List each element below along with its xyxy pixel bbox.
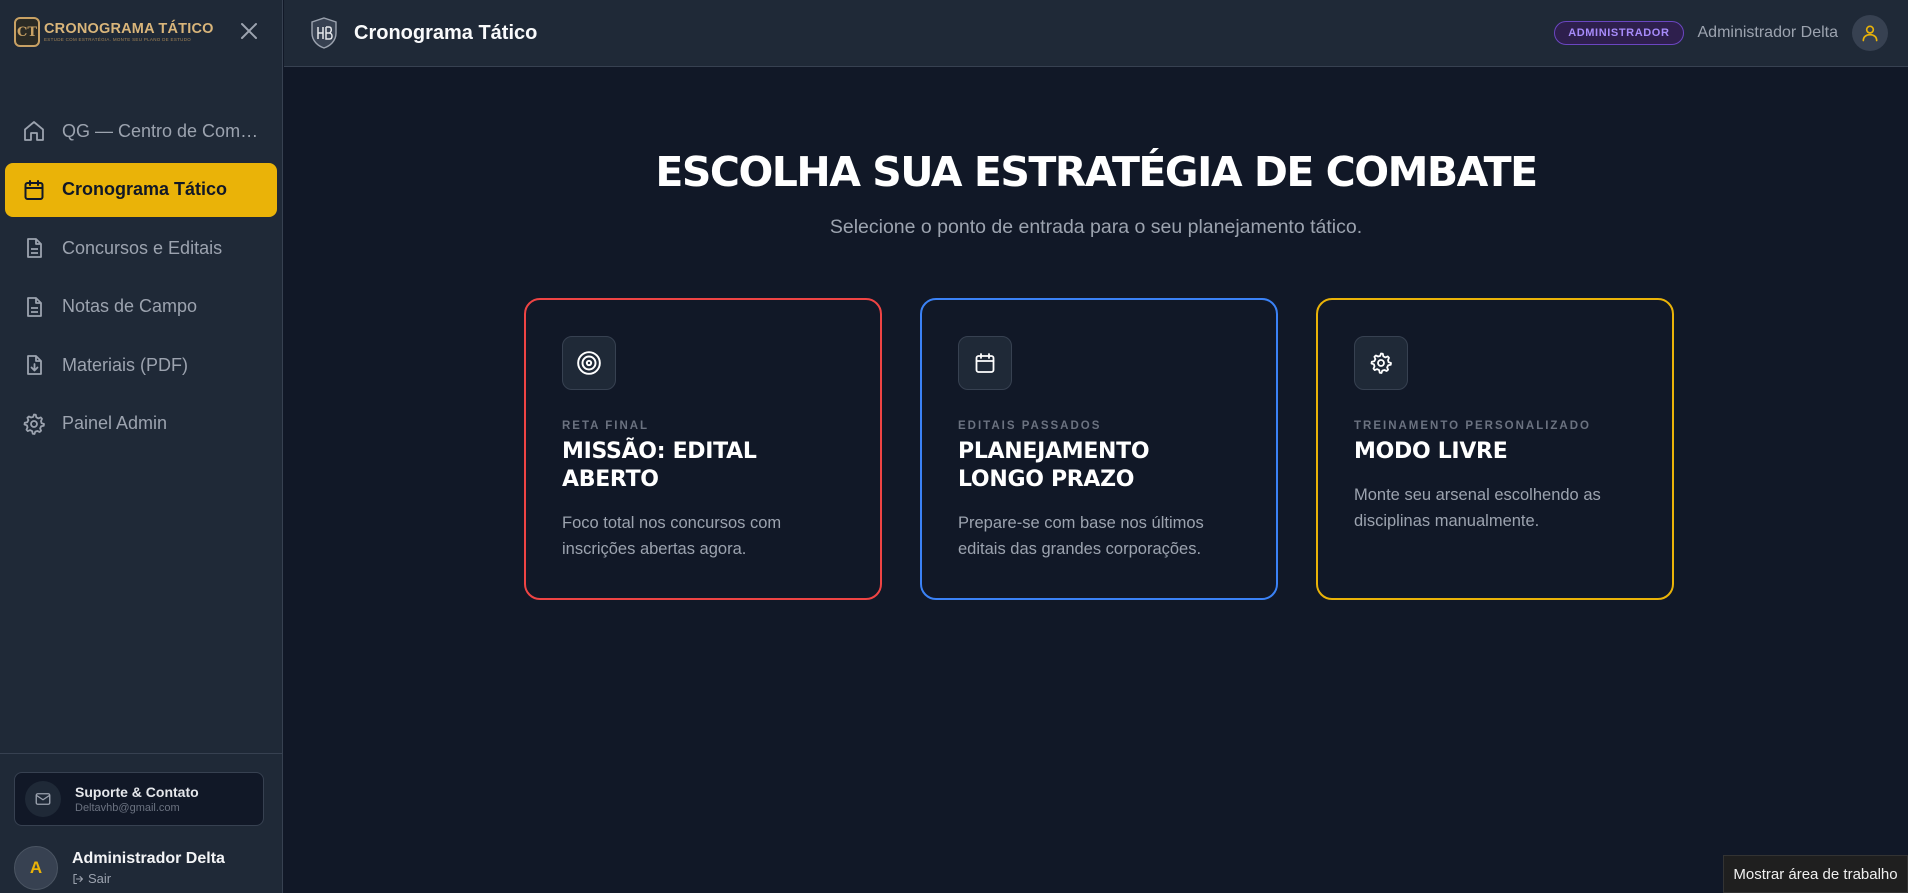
sidebar-header: CT CRONOGRAMA TÁTICO ESTUDE COM ESTRATÉG… [0, 0, 282, 64]
brand-emblem-icon [310, 17, 338, 49]
top-header: Cronograma Tático ADMINISTRADOR Administ… [284, 0, 1908, 67]
role-badge: ADMINISTRADOR [1554, 21, 1684, 45]
logout-label: Sair [88, 871, 112, 886]
logout-icon [73, 873, 84, 884]
app-logo: CT [14, 17, 40, 47]
card-description: Prepare-se com base nos últimos editais … [958, 514, 1204, 558]
header-user-name: Administrador Delta [1697, 24, 1839, 41]
main-subtitle: Selecione o ponto de entrada para o seu … [829, 216, 1363, 238]
support-contact-card[interactable]: Suporte & Contato Deltavhb@gmail.com [14, 772, 264, 826]
card-title: MODO LIVRE [1354, 439, 1508, 464]
strategy-card-modo-livre[interactable]: TREINAMENTO PERSONALIZADO MODO LIVRE Mon… [1316, 298, 1674, 600]
document-icon [20, 234, 48, 262]
card-kicker: RETA FINAL [562, 420, 650, 432]
avatar: A [14, 846, 58, 890]
home-icon [20, 117, 48, 145]
strategy-card-edital-aberto[interactable]: RETA FINAL MISSÃO: EDITAL ABERTO Foco to… [524, 298, 882, 600]
calendar-icon [20, 176, 48, 204]
header-user-area: ADMINISTRADOR Administrador Delta [1554, 15, 1888, 51]
sidebar-item-label: Concursos e Editais [62, 237, 223, 258]
user-info: Administrador Delta Sair [72, 850, 225, 886]
card-description: Monte seu arsenal escolhendo as discipli… [1354, 486, 1601, 530]
support-title: Suporte & Contato [75, 784, 199, 800]
user-icon [1862, 25, 1878, 42]
close-sidebar-button[interactable] [238, 20, 260, 42]
card-description: Foco total nos concursos com inscrições … [562, 514, 782, 558]
sidebar-item-qg[interactable]: QG — Centro de Comando [5, 104, 277, 158]
card-title: MISSÃO: EDITAL ABERTO [562, 439, 757, 492]
sidebar-item-cronograma[interactable]: Cronograma Tático [5, 162, 277, 217]
target-icon [562, 336, 616, 390]
logout-button[interactable]: Sair [72, 871, 225, 886]
support-text: Suporte & Contato Deltavhb@gmail.com [75, 784, 199, 814]
strategy-card-longo-prazo[interactable]: EDITAIS PASSADOS PLANEJAMENTO LONGO PRAZ… [920, 298, 1278, 600]
main-heading: ESCOLHA SUA ESTRATÉGIA DE COMBATE [655, 148, 1538, 196]
sidebar-item-label: Painel Admin [62, 413, 168, 433]
sidebar-item-label: Notas de Campo [62, 296, 198, 316]
sidebar-item-materiais[interactable]: Materiais (PDF) [5, 338, 277, 392]
sidebar-item-label: QG — Centro de Comando [62, 120, 262, 141]
app-logo-subtitle: ESTUDE COM ESTRATÉGIA. MONTE SEU PLANO D… [44, 37, 192, 42]
sidebar-footer: Suporte & Contato Deltavhb@gmail.com A A… [0, 753, 283, 893]
file-download-icon [20, 351, 48, 379]
app-logo-title: CRONOGRAMA TÁTICO [44, 21, 214, 37]
card-kicker: TREINAMENTO PERSONALIZADO [1354, 420, 1591, 432]
sidebar-item-label: Materiais (PDF) [62, 354, 189, 375]
mail-icon [25, 781, 61, 817]
calendar-icon [958, 336, 1012, 390]
sidebar-item-label: Cronograma Tático [62, 179, 228, 199]
show-desktop-tooltip: Mostrar área de trabalho [1723, 855, 1908, 893]
support-email: Deltavhb@gmail.com [75, 802, 180, 814]
gear-icon [20, 410, 48, 438]
card-kicker: EDITAIS PASSADOS [958, 420, 1102, 432]
app-logo-text: CRONOGRAMA TÁTICO ESTUDE COM ESTRATÉGIA.… [44, 21, 214, 43]
document-icon [20, 293, 48, 321]
gear-icon [1354, 336, 1408, 390]
sidebar-item-admin[interactable]: Painel Admin [5, 397, 277, 451]
sidebar-item-concursos[interactable]: Concursos e Editais [5, 221, 277, 275]
user-menu-button[interactable] [1852, 15, 1888, 51]
page-title: Cronograma Tático [354, 21, 538, 44]
sidebar: CT CRONOGRAMA TÁTICO ESTUDE COM ESTRATÉG… [0, 0, 283, 893]
user-name: Administrador Delta [72, 850, 225, 867]
close-icon [241, 23, 257, 39]
sidebar-user: A Administrador Delta Sair [14, 846, 225, 890]
sidebar-item-notas[interactable]: Notas de Campo [5, 280, 277, 334]
card-title: PLANEJAMENTO LONGO PRAZO [958, 439, 1150, 492]
sidebar-nav: QG — Centro de Comando Cronograma Tático… [0, 104, 282, 451]
